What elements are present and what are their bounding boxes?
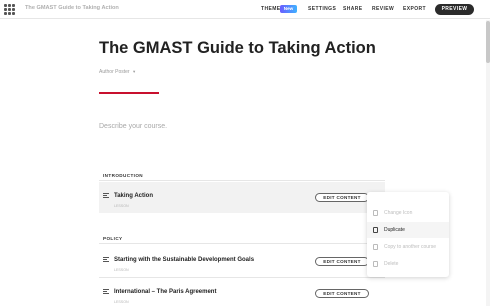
chevron-down-icon[interactable]: ▾: [133, 69, 135, 75]
edit-content-button[interactable]: EDIT CONTENT: [315, 289, 369, 298]
lesson-list-icon: [103, 289, 109, 294]
lesson-list-icon: [103, 193, 109, 198]
menu-item-label: Change Icon: [384, 210, 413, 216]
course-description-input[interactable]: Describe your course.: [99, 123, 167, 130]
title-accent-rule: [99, 92, 159, 94]
nav-export[interactable]: EXPORT: [403, 6, 426, 12]
lesson-title[interactable]: Taking Action: [114, 193, 153, 199]
top-bar: The GMAST Guide to Taking Action THEME N…: [0, 0, 490, 19]
trash-icon: [373, 261, 378, 267]
section-divider: [99, 180, 385, 181]
lesson-title[interactable]: International – The Paris Agreement: [114, 289, 216, 295]
lesson-row-paris-agreement[interactable]: International – The Paris Agreement LESS…: [99, 278, 385, 306]
lesson-type-label: LESSON: [114, 204, 129, 208]
menu-item-duplicate[interactable]: Duplicate: [367, 222, 449, 238]
nav-theme[interactable]: THEME: [261, 6, 281, 12]
nav-review[interactable]: REVIEW: [372, 6, 394, 12]
menu-item-delete[interactable]: Delete: [367, 256, 449, 272]
lesson-list-icon: [103, 257, 109, 262]
edit-content-button[interactable]: EDIT CONTENT: [315, 193, 369, 202]
menu-item-change-icon[interactable]: Change Icon: [367, 205, 449, 221]
menu-item-label: Copy to another course: [384, 244, 436, 250]
nav-share[interactable]: SHARE: [343, 6, 363, 12]
menu-item-copy-to-course[interactable]: Copy to another course: [367, 239, 449, 255]
section-label-policy[interactable]: POLICY: [103, 236, 123, 241]
lesson-title[interactable]: Starting with the Sustainable Developmen…: [114, 257, 254, 263]
lesson-row-sdg[interactable]: Starting with the Sustainable Developmen…: [99, 246, 385, 277]
edit-content-button[interactable]: EDIT CONTENT: [315, 257, 369, 266]
app-grid-icon[interactable]: [4, 4, 15, 15]
course-title[interactable]: The GMAST Guide to Taking Action: [99, 39, 376, 58]
section-label-introduction[interactable]: INTRODUCTION: [103, 173, 143, 178]
menu-item-label: Duplicate: [384, 227, 405, 233]
app-title: The GMAST Guide to Taking Action: [25, 5, 119, 11]
edit-icon: [373, 210, 378, 216]
copy-icon: [373, 244, 378, 250]
lesson-type-label: LESSON: [114, 300, 129, 304]
nav-settings[interactable]: SETTINGS: [308, 6, 336, 12]
scrollbar-thumb[interactable]: [486, 21, 490, 63]
lesson-context-menu: Change Icon Duplicate Copy to another co…: [367, 192, 449, 277]
preview-button[interactable]: PREVIEW: [435, 4, 474, 15]
author-selector[interactable]: Author Poster: [99, 69, 130, 75]
new-badge: New: [280, 5, 297, 13]
lesson-row-taking-action[interactable]: Taking Action LESSON EDIT CONTENT •••: [99, 182, 385, 213]
duplicate-icon: [373, 227, 378, 233]
section-divider: [99, 243, 385, 244]
lesson-type-label: LESSON: [114, 268, 129, 272]
menu-item-label: Delete: [384, 261, 399, 267]
